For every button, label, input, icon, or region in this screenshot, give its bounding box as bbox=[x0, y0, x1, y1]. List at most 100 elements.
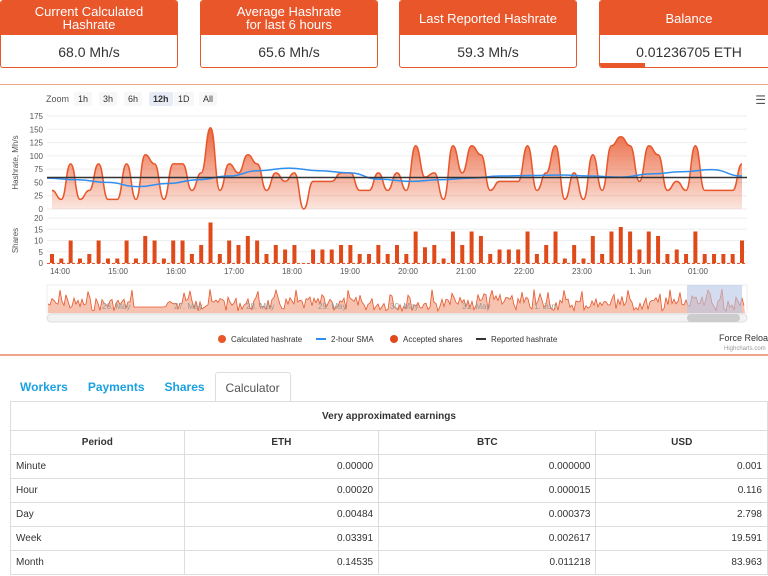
calculated-hashrate-area bbox=[52, 127, 742, 209]
share-bar bbox=[357, 254, 362, 263]
navigator-label: 1. Jun bbox=[534, 302, 556, 311]
table-cell: Week bbox=[10, 526, 185, 551]
x-tick-label: 21:00 bbox=[456, 267, 477, 276]
share-bar bbox=[572, 245, 577, 263]
share-bar bbox=[712, 254, 717, 263]
x-tick-label: 17:00 bbox=[224, 267, 245, 276]
y-tick-label: 125 bbox=[30, 139, 44, 148]
legend-item[interactable]: Accepted shares bbox=[403, 335, 463, 344]
share-bar bbox=[562, 258, 567, 263]
share-bar bbox=[469, 231, 474, 263]
scrollbar-track[interactable] bbox=[46, 313, 748, 323]
share-bar bbox=[590, 236, 595, 263]
scrollbar-thumb[interactable] bbox=[687, 314, 740, 322]
y-tick-label: 5 bbox=[39, 248, 44, 257]
table-cell: 0.00020 bbox=[183, 478, 380, 503]
table-row: Hour 0.00020 0.000015 0.116 bbox=[10, 478, 768, 503]
x-tick-label: 14:00 bbox=[50, 267, 71, 276]
x-tick-label: 1. Jun bbox=[629, 267, 651, 276]
share-bar bbox=[124, 240, 129, 263]
share-bar bbox=[730, 254, 735, 263]
table-cell: 0.116 bbox=[595, 478, 768, 503]
share-bar bbox=[283, 249, 288, 263]
share-bar bbox=[581, 258, 586, 263]
table-cell: 0.00000 bbox=[183, 454, 380, 479]
legend-item[interactable]: Calculated hashrate bbox=[231, 335, 303, 344]
share-bar bbox=[628, 231, 633, 263]
share-bar bbox=[376, 245, 381, 263]
legend-marker-icon bbox=[390, 335, 398, 343]
table-cell: 0.000015 bbox=[378, 478, 597, 503]
share-bar bbox=[385, 254, 390, 263]
share-bar bbox=[516, 249, 521, 263]
tabs: Workers Payments Shares Calculator bbox=[10, 372, 291, 402]
tab-shares[interactable]: Shares bbox=[155, 372, 215, 402]
table-row: Day 0.00484 0.000373 2.798 bbox=[10, 502, 768, 527]
tab-workers[interactable]: Workers bbox=[10, 372, 78, 402]
legend-item[interactable]: 2-hour SMA bbox=[331, 335, 374, 344]
x-tick-label: 15:00 bbox=[108, 267, 129, 276]
highcharts-credits[interactable]: Highcharts.com bbox=[724, 346, 766, 352]
share-bar bbox=[422, 247, 427, 263]
share-bar bbox=[740, 240, 744, 263]
share-bar bbox=[217, 254, 222, 263]
x-tick-label: 20:00 bbox=[398, 267, 419, 276]
y-axis-title: Hashrate, Mh/s bbox=[11, 135, 20, 189]
chart-svg: 0 25 50 75 100 125 150 175 0 5 10 15 20 Hashrate, Mh/… bbox=[11, 112, 748, 344]
legend-item[interactable]: Reported hashrate bbox=[491, 335, 558, 344]
share-bar bbox=[600, 254, 605, 263]
share-bar bbox=[292, 245, 297, 263]
table-cell: Month bbox=[10, 550, 185, 575]
share-bar bbox=[432, 245, 437, 263]
share-bar bbox=[684, 254, 689, 263]
share-bar bbox=[68, 240, 73, 263]
table-cell: 0.002617 bbox=[378, 526, 597, 551]
share-bar bbox=[236, 245, 241, 263]
share-bar bbox=[105, 258, 110, 263]
share-bar bbox=[693, 231, 698, 263]
y-tick-label: 10 bbox=[34, 237, 43, 246]
y-tick-label: 150 bbox=[30, 125, 44, 134]
table-cell: Hour bbox=[10, 478, 185, 503]
share-bar bbox=[488, 254, 493, 263]
share-bar bbox=[413, 231, 418, 263]
navigator-label: 29. May bbox=[318, 302, 346, 311]
x-tick-label: 18:00 bbox=[282, 267, 303, 276]
tab-calculator[interactable]: Calculator bbox=[214, 372, 291, 402]
x-tick-label: 22:00 bbox=[514, 267, 535, 276]
share-bar bbox=[460, 245, 465, 263]
table-cell: 0.00484 bbox=[183, 502, 380, 527]
share-bar bbox=[404, 254, 409, 263]
card-average-hashrate: Average Hashrate for last 6 hours 65.6 Mh… bbox=[200, 0, 378, 68]
share-bar bbox=[674, 249, 679, 263]
force-reload-button[interactable]: Force Reload bbox=[719, 333, 768, 343]
tab-payments[interactable]: Payments bbox=[78, 372, 155, 402]
card-current-hashrate: Current Calculated Hashrate 68.0 Mh/s bbox=[0, 0, 178, 68]
x-tick-label: 23:00 bbox=[572, 267, 593, 276]
share-bar bbox=[320, 249, 325, 263]
share-bar bbox=[646, 231, 651, 263]
share-bar bbox=[171, 240, 176, 263]
share-bar bbox=[199, 245, 204, 263]
table-cell: Minute bbox=[10, 454, 185, 479]
x-tick-label: 19:00 bbox=[340, 267, 361, 276]
table-cell: 0.000373 bbox=[378, 502, 597, 527]
share-bar bbox=[544, 245, 549, 263]
share-bar bbox=[534, 254, 539, 263]
share-bar bbox=[161, 258, 166, 263]
share-bar bbox=[553, 231, 558, 263]
y-tick-label: 0 bbox=[39, 205, 44, 214]
share-bar bbox=[367, 254, 372, 263]
share-bar bbox=[609, 231, 614, 263]
share-bar bbox=[721, 254, 726, 263]
navigator-selection[interactable] bbox=[687, 285, 742, 313]
column-header: USD bbox=[595, 430, 768, 455]
share-bar bbox=[227, 240, 232, 263]
share-bar bbox=[189, 254, 194, 263]
table-row: Week 0.03391 0.002617 19.591 bbox=[10, 526, 768, 551]
y-tick-label: 50 bbox=[34, 178, 43, 187]
table-cell: 0.14535 bbox=[183, 550, 380, 575]
card-title: Current Calculated Hashrate bbox=[1, 1, 177, 35]
share-bar bbox=[143, 236, 148, 263]
share-bar bbox=[497, 249, 502, 263]
